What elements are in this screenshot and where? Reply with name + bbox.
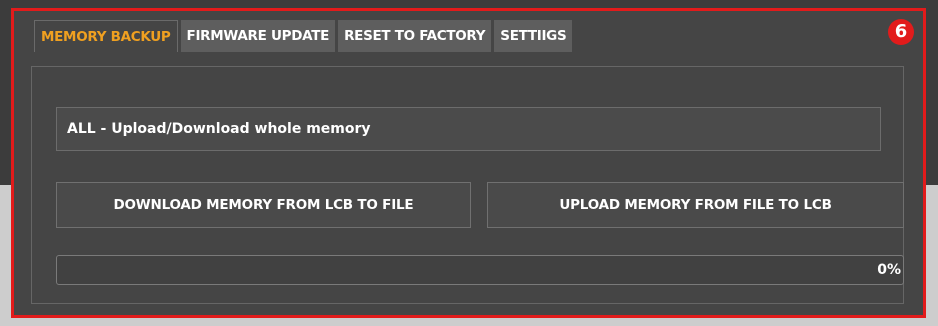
memory-mode-select[interactable]: ALL - Upload/Download whole memory: [56, 107, 881, 151]
memory-backup-panel: ALL - Upload/Download whole memory DOWNL…: [31, 66, 904, 304]
tab-firmware-update[interactable]: FIRMWARE UPDATE: [180, 20, 336, 52]
progress-bar: 0%: [56, 255, 904, 285]
highlight-frame: MEMORY BACKUP FIRMWARE UPDATE RESET TO F…: [11, 8, 926, 318]
tab-settings[interactable]: SETTIIGS: [494, 20, 573, 52]
upload-memory-button[interactable]: UPLOAD MEMORY FROM FILE TO LCB: [487, 182, 904, 228]
download-memory-button[interactable]: DOWNLOAD MEMORY FROM LCB TO FILE: [56, 182, 471, 228]
tab-bar: MEMORY BACKUP FIRMWARE UPDATE RESET TO F…: [34, 20, 573, 52]
annotation-badge: 6: [888, 19, 914, 45]
tab-reset-to-factory[interactable]: RESET TO FACTORY: [338, 20, 492, 52]
progress-percent: 0%: [877, 262, 901, 278]
tab-memory-backup[interactable]: MEMORY BACKUP: [34, 20, 178, 52]
